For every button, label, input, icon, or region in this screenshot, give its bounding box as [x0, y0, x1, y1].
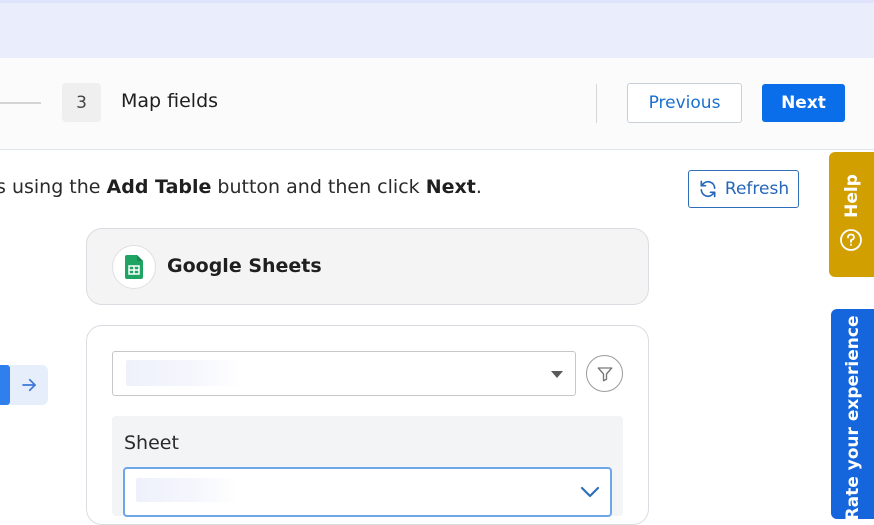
previous-button[interactable]: Previous	[627, 83, 742, 123]
filter-button[interactable]	[586, 355, 623, 392]
map-arrow-button[interactable]	[10, 365, 48, 405]
refresh-button[interactable]: Refresh	[688, 170, 799, 208]
filter-icon	[597, 366, 612, 381]
refresh-label: Refresh	[724, 179, 790, 199]
instruction-text: s using the Add Table button and then cl…	[0, 176, 482, 198]
source-icon-container	[112, 245, 156, 289]
refresh-icon	[700, 180, 716, 198]
caret-down-icon	[551, 371, 563, 378]
redacted-value	[126, 360, 241, 386]
top-banner-border	[0, 0, 874, 3]
step-label: Map fields	[121, 90, 219, 112]
question-circle-icon	[840, 229, 862, 251]
instruction-mid: button and then click	[211, 176, 426, 198]
instruction-end: .	[475, 176, 482, 198]
instruction-next: Next	[425, 176, 476, 198]
google-sheets-icon	[125, 255, 143, 279]
source-name: Google Sheets	[167, 255, 322, 277]
step-connector	[0, 102, 41, 104]
arrow-right-icon	[22, 378, 36, 392]
step-number-badge: 3	[62, 83, 101, 122]
sheet-label: Sheet	[124, 432, 179, 454]
table-edge	[0, 365, 10, 405]
instruction-lead: s using the	[0, 176, 107, 198]
instruction-add-table: Add Table	[106, 176, 212, 198]
chevron-down-icon	[580, 486, 600, 498]
stepper-divider	[596, 84, 597, 123]
next-button[interactable]: Next	[762, 84, 845, 122]
help-label: Help	[842, 174, 862, 218]
redacted-value	[136, 478, 238, 502]
rate-experience-label: Rate your experience	[843, 315, 863, 521]
top-banner	[0, 0, 874, 58]
